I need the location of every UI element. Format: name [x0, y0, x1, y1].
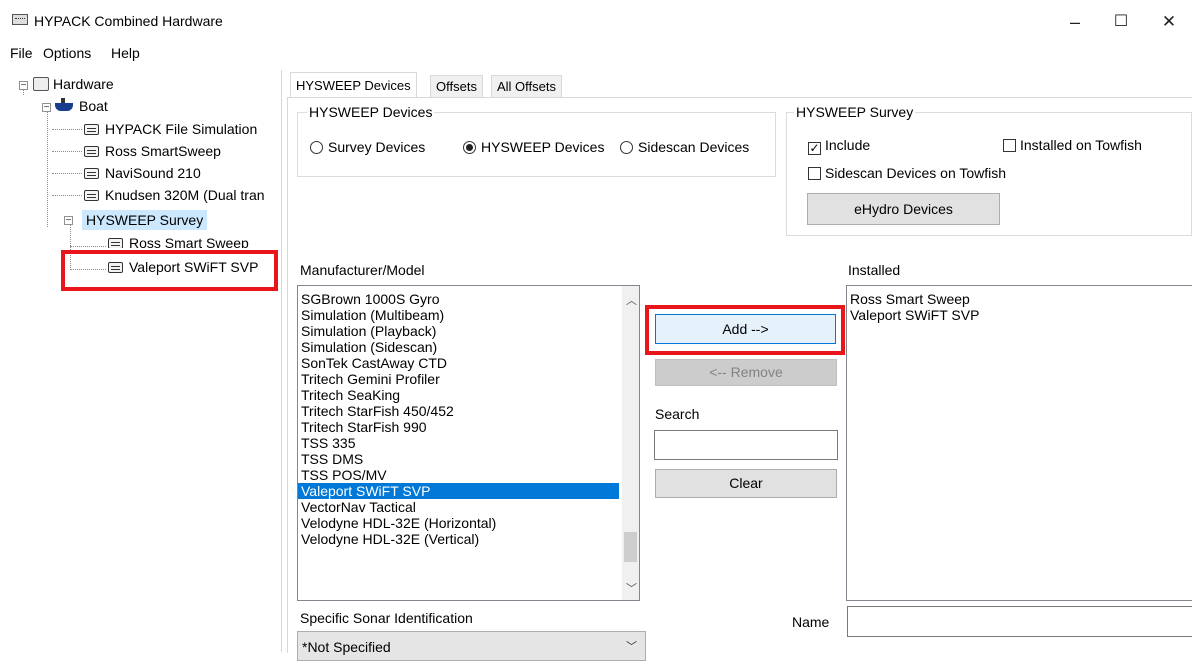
tree-node-label: Hardware — [53, 76, 114, 92]
installed-label: Installed — [848, 262, 901, 278]
list-item[interactable]: TSS DMS — [298, 451, 639, 467]
ehydro-devices-button[interactable]: eHydro Devices — [807, 193, 1000, 225]
installed-list[interactable]: Ross Smart Sweep Valeport SWiFT SVP — [846, 285, 1192, 601]
manufacturer-label: Manufacturer/Model — [300, 262, 425, 278]
list-item[interactable]: TSS 335 — [298, 435, 639, 451]
radio-hysweep-devices[interactable]: HYSWEEP Devices — [463, 139, 604, 155]
tree-node-device[interactable]: NaviSound 210 — [84, 162, 201, 184]
radio-label: Survey Devices — [328, 139, 426, 155]
checkbox-label: Include — [825, 137, 871, 153]
tree-node-device[interactable]: Ross SmartSweep — [84, 140, 221, 162]
name-input[interactable] — [847, 606, 1192, 637]
scroll-down-icon[interactable]: ﹀ — [626, 580, 637, 596]
menu-help[interactable]: Help — [111, 45, 140, 61]
tree-node-label: HYPACK File Simulation — [105, 121, 258, 137]
search-label: Search — [655, 406, 700, 422]
list-scrollbar[interactable]: ︿ ﹀ — [622, 286, 639, 600]
name-label: Name — [792, 614, 830, 630]
list-item[interactable]: Tritech StarFish 990 — [298, 419, 639, 435]
radio-sidescan-devices[interactable]: Sidescan Devices — [620, 139, 749, 155]
remove-button[interactable]: <-- Remove — [655, 359, 837, 386]
collapse-hysweep-icon[interactable]: − — [64, 216, 73, 226]
list-item[interactable]: SGBrown 1000S Gyro — [298, 291, 639, 307]
tree-node-label: Knudsen 320M (Dual tran — [105, 187, 265, 203]
radio-circle — [310, 141, 323, 154]
radio-label: Sidescan Devices — [638, 139, 750, 155]
list-item[interactable]: Simulation (Sidescan) — [298, 339, 639, 355]
hardware-tree[interactable]: − Hardware − Boat HYPACK File Simulation… — [0, 70, 282, 652]
list-item[interactable]: Tritech SeaKing — [298, 387, 639, 403]
list-item[interactable]: Simulation (Playback) — [298, 323, 639, 339]
list-item[interactable]: Velodyne HDL-32E (Horizontal) — [298, 515, 639, 531]
survey-group-legend: HYSWEEP Survey — [794, 104, 916, 120]
collapse-hardware-icon[interactable]: − — [19, 81, 28, 91]
collapse-boat-icon[interactable]: − — [42, 103, 51, 113]
highlight-box — [61, 250, 278, 291]
list-item[interactable]: Tritech StarFish 450/452 — [298, 403, 639, 419]
devices-group-legend: HYSWEEP Devices — [307, 104, 435, 120]
sonar-id-value: *Not Specified — [302, 639, 391, 655]
installed-towfish-checkbox[interactable]: Installed on Towfish — [1003, 137, 1142, 153]
radio-survey-devices[interactable]: Survey Devices — [310, 139, 425, 155]
radio-circle — [463, 141, 476, 154]
manufacturer-list[interactable]: SGBrown 1000S Gyro Simulation (Multibeam… — [297, 285, 640, 601]
app-icon — [12, 14, 28, 25]
boat-icon — [55, 98, 73, 111]
search-input[interactable] — [654, 430, 838, 460]
radio-circle — [620, 141, 633, 154]
tree-node-device[interactable]: Ross Smart Sweep — [108, 232, 249, 248]
tree-node-device[interactable]: Knudsen 320M (Dual tran — [84, 184, 280, 206]
highlight-box — [645, 305, 845, 355]
tab-offsets[interactable]: Offsets — [430, 75, 483, 97]
menu-options[interactable]: Options — [43, 45, 91, 61]
close-button[interactable]: ✕ — [1146, 8, 1192, 36]
list-item[interactable]: SonTek CastAway CTD — [298, 355, 639, 371]
scroll-up-icon[interactable]: ︿ — [626, 292, 637, 308]
device-icon — [84, 146, 99, 157]
checkbox-box — [1003, 139, 1016, 152]
tree-node-label: Ross Smart Sweep — [129, 235, 249, 248]
tab-hysweep-devices[interactable]: HYSWEEP Devices — [290, 72, 417, 98]
device-icon — [108, 238, 123, 248]
minimize-button[interactable]: – — [1052, 8, 1098, 36]
list-item[interactable]: VectorNav Tactical — [298, 499, 639, 515]
tree-node-label: Ross SmartSweep — [105, 143, 221, 159]
tree-node-hysweep-survey[interactable]: HYSWEEP Survey — [82, 210, 208, 230]
list-item[interactable]: Tritech Gemini Profiler — [298, 371, 639, 387]
tree-node-label: NaviSound 210 — [105, 165, 201, 181]
device-icon — [84, 168, 99, 179]
maximize-button[interactable]: ☐ — [1098, 8, 1144, 36]
sonar-id-dropdown[interactable]: *Not Specified ﹀ — [297, 631, 646, 661]
window-title: HYPACK Combined Hardware — [34, 13, 223, 29]
sonar-id-label: Specific Sonar Identification — [300, 610, 473, 626]
device-icon — [84, 124, 99, 135]
checkbox-label: Installed on Towfish — [1020, 137, 1142, 153]
menu-file[interactable]: File — [10, 45, 33, 61]
list-item[interactable]: Valeport SWiFT SVP — [847, 307, 1192, 323]
list-item-selected[interactable]: Valeport SWiFT SVP — [298, 483, 619, 499]
sidescan-towfish-checkbox[interactable]: Sidescan Devices on Towfish — [808, 165, 1006, 181]
checkbox-box: ✓ — [808, 141, 821, 155]
clear-button[interactable]: Clear — [655, 469, 837, 498]
list-item[interactable]: TSS POS/MV — [298, 467, 639, 483]
list-item[interactable]: Simulation (Multibeam) — [298, 307, 639, 323]
tree-node-label: Boat — [79, 98, 108, 114]
device-icon — [84, 190, 99, 201]
scroll-thumb[interactable] — [624, 532, 637, 562]
checkbox-box — [808, 167, 821, 180]
hardware-icon — [33, 77, 49, 91]
tree-node-hardware[interactable]: Hardware — [33, 73, 114, 95]
list-item[interactable]: Ross Smart Sweep — [847, 291, 1192, 307]
tab-all-offsets[interactable]: All Offsets — [491, 75, 563, 97]
list-item[interactable]: Velodyne HDL-32E (Vertical) — [298, 531, 639, 547]
radio-label: HYSWEEP Devices — [481, 139, 605, 155]
title-bar: HYPACK Combined Hardware – ☐ ✕ — [0, 0, 1192, 42]
tree-node-boat[interactable]: Boat — [55, 95, 108, 117]
tree-node-device[interactable]: HYPACK File Simulation — [84, 118, 257, 140]
checkbox-label: Sidescan Devices on Towfish — [825, 165, 1007, 181]
include-checkbox[interactable]: ✓ Include — [808, 137, 870, 155]
